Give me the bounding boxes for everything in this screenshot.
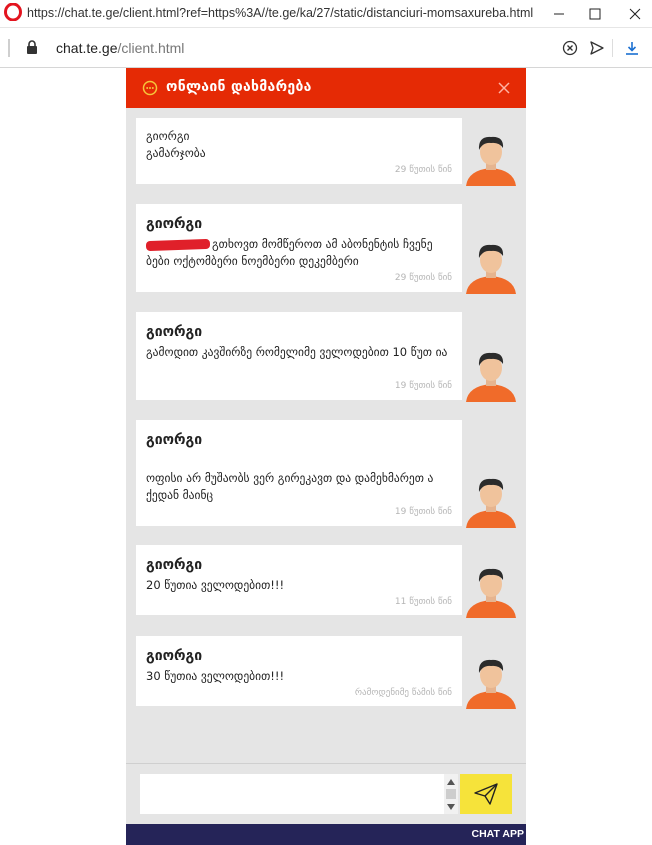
message-author: გიორგი [146, 648, 203, 664]
message-time: 29 წუთის წინ [394, 165, 452, 175]
input-scrollbar[interactable] [444, 774, 458, 814]
avatar-icon [466, 136, 516, 186]
address-url[interactable]: chat.te.ge/client.html [56, 40, 184, 56]
lock-icon[interactable] [26, 40, 38, 55]
message-author: გიორგი [146, 557, 203, 573]
address-icon-divider [612, 39, 613, 57]
redacted-mark [145, 238, 211, 251]
address-bar-divider [8, 39, 10, 57]
chat-widget: ონლაინ დახმარება გიორგი გამარჯობა 29 წუთ… [126, 68, 526, 845]
clear-icon [562, 40, 578, 56]
paper-plane-icon [474, 783, 498, 805]
message-text: გთხოვთ მომწეროთ ამ აბონენტის ჩვენე ბები … [145, 236, 456, 270]
send-page-button[interactable] [587, 38, 607, 58]
send-button[interactable] [460, 774, 512, 814]
address-path: /client.html [117, 40, 185, 56]
send-icon [590, 41, 604, 55]
opera-icon [4, 3, 22, 21]
message-list: გიორგი გამარჯობა 29 წუთის წინ გიორგი გთხ… [126, 108, 526, 763]
chat-header: ონლაინ დახმარება [126, 68, 526, 108]
chat-title: ონლაინ დახმარება [166, 79, 312, 95]
avatar-icon [466, 568, 516, 618]
window-title-url: https://chat.te.ge/client.html?ref=https… [27, 6, 533, 20]
avatar-icon [466, 352, 516, 402]
message-text: ოფისი არ მუშაობს ვერ გირეკავთ და დამეხმა… [146, 471, 434, 502]
chat-close-icon[interactable] [496, 80, 512, 96]
message-time: რამოდენიმე წამის წინ [354, 688, 452, 698]
message-author: გიორგი [146, 432, 203, 448]
message-text: გიორგი გამარჯობა [146, 128, 456, 162]
message-time: 19 წუთის წინ [394, 507, 452, 517]
message-text: 30 წუთია ველოდებით!!! [146, 669, 285, 683]
chat-footer: CHAT APP [126, 824, 526, 845]
message-author: გიორგი [146, 216, 203, 232]
avatar-icon [466, 244, 516, 294]
scroll-down-arrow[interactable] [444, 801, 458, 813]
message-item: გიორგი გამარჯობა 29 წუთის წინ [136, 118, 462, 184]
address-bar: chat.te.ge/client.html [0, 28, 652, 68]
window-title-bar: https://chat.te.ge/client.html?ref=https… [0, 0, 652, 28]
scroll-thumb[interactable] [446, 789, 456, 799]
message-item: გიორგი გთხოვთ მომწეროთ ამ აბონენტის ჩვენ… [136, 204, 462, 292]
close-icon [629, 8, 641, 20]
address-domain: chat.te.ge [56, 40, 118, 56]
message-line: გიორგი [146, 129, 190, 143]
message-text: 20 წუთია ველოდებით!!! [146, 578, 285, 592]
message-item: გიორგი 20 წუთია ველოდებით!!! 11 წუთის წი… [136, 545, 462, 615]
message-author: გიორგი [146, 324, 203, 340]
download-button[interactable] [622, 38, 642, 58]
message-line: გამარჯობა [146, 146, 206, 160]
chat-bubble-icon [142, 80, 158, 96]
message-item: გიორგი გამოდით კავშირზე რომელიმე ველოდებ… [136, 312, 462, 400]
clear-button[interactable] [560, 38, 580, 58]
caret-down-icon [447, 804, 455, 810]
minimize-icon [554, 13, 564, 15]
maximize-icon [589, 8, 601, 20]
message-time: 19 წუთის წინ [394, 381, 452, 391]
caret-up-icon [447, 779, 455, 785]
message-item: გიორგი 30 წუთია ველოდებით!!! რამოდენიმე … [136, 636, 462, 706]
footer-label: CHAT APP [471, 828, 525, 840]
composer-divider [126, 763, 526, 764]
scroll-up-arrow[interactable] [444, 776, 458, 788]
message-input[interactable] [140, 774, 458, 814]
message-text: გამოდით კავშირზე რომელიმე ველოდებით 10 წ… [146, 345, 448, 359]
message-time: 11 წუთის წინ [394, 597, 452, 607]
avatar-icon [466, 478, 516, 528]
avatar-icon [466, 659, 516, 709]
close-window-button[interactable] [612, 0, 652, 28]
message-item: გიორგი ოფისი არ მუშაობს ვერ გირეკავთ და … [136, 420, 462, 526]
message-time: 29 წუთის წინ [394, 273, 452, 283]
download-icon [626, 42, 638, 55]
